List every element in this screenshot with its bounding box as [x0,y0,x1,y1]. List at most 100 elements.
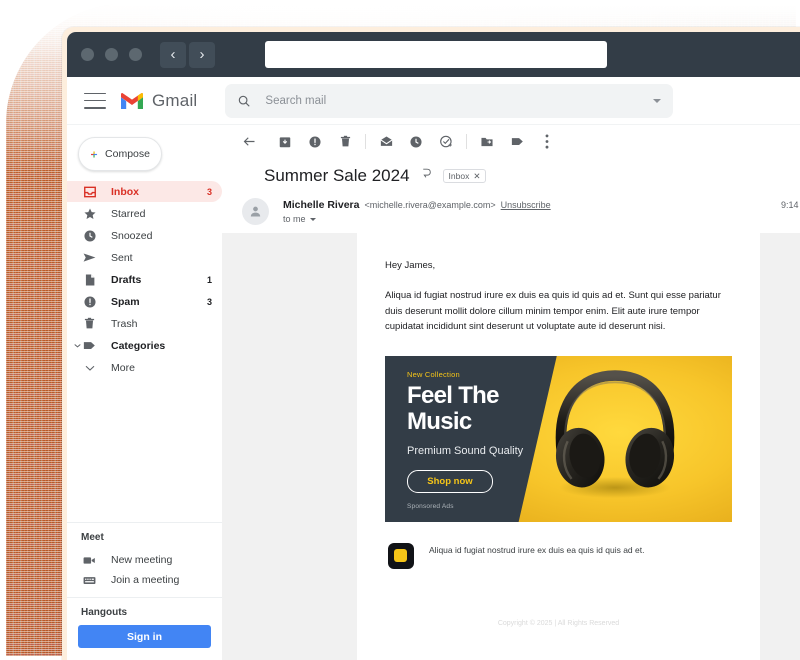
sidebar-item-categories[interactable]: Categories [67,335,222,356]
expand-caret-icon[interactable] [73,342,81,349]
plus-icon [90,147,98,162]
gmail-m-icon [119,91,145,111]
move-to-icon [480,135,494,149]
hangouts-title: Hangouts [67,607,222,618]
back-to-inbox-button[interactable] [234,127,264,157]
label-chip-inbox[interactable]: Inbox ✕ [443,169,487,183]
sidebar-item-label: Starred [111,208,212,220]
sidebar-item-count: 3 [207,297,212,307]
sidebar-item-spam[interactable]: Spam 3 [67,291,222,312]
snooze-button[interactable] [401,127,431,157]
sidebar-item-count: 3 [207,187,212,197]
banner-headline-line1: Feel The [407,383,567,409]
url-bar[interactable] [265,41,607,68]
banner-text-block: New Collection Feel The Music Premium So… [407,370,567,510]
email-content-pane: Summer Sale 2024 Inbox ✕ Michelle Rivera… [222,125,800,660]
sidebar-item-drafts[interactable]: Drafts 1 [67,269,222,290]
print-icon[interactable] [420,167,433,185]
sender-line: Michelle Rivera <michelle.rivera@example… [283,199,781,211]
sidebar-item-starred[interactable]: Starred [67,203,222,224]
sidebar-nav-list: Inbox 3 Starred Snoozed [67,181,222,379]
sidebar-item-trash[interactable]: Trash [67,313,222,334]
hangouts-signin-button[interactable]: Sign in [78,625,211,648]
copyright-text: Copyright © 2025 | All Rights Reserved [357,620,760,627]
promotional-banner[interactable]: New Collection Feel The Music Premium So… [385,356,732,522]
labels-button[interactable] [502,127,532,157]
maximize-window-dot[interactable] [129,48,142,61]
unsubscribe-link[interactable]: Unsubscribe [501,200,551,210]
compose-button[interactable]: Compose [78,137,162,171]
shop-now-label: Shop now [427,476,472,487]
more-options-button[interactable] [532,127,562,157]
recipient-line[interactable]: to me [283,214,781,224]
archive-button[interactable] [270,127,300,157]
sidebar-item-snoozed[interactable]: Snoozed [67,225,222,246]
forward-button[interactable]: › [189,42,215,68]
email-footer-text: Aliqua id fugiat nostrud irure ex duis e… [429,543,644,557]
sender-email: <michelle.rivera@example.com> [364,200,495,210]
sidebar-item-label: Spam [111,296,207,308]
toolbar-divider [466,134,467,149]
hamburger-icon[interactable] [84,93,106,109]
brand-square-icon [388,543,414,569]
archive-icon [278,135,292,149]
signin-label: Sign in [127,631,162,643]
mark-unread-button[interactable] [371,127,401,157]
shop-now-button[interactable]: Shop now [407,470,493,493]
star-icon [81,207,98,221]
sidebar-item-label: Snoozed [111,230,212,242]
labels-icon [510,134,525,149]
more-options-icon [545,134,549,149]
hangouts-section: Hangouts Sign in [67,597,222,660]
banner-headline-line2: Music [407,409,567,435]
search-placeholder: Search mail [265,95,639,107]
exclamation-icon [81,295,98,309]
email-body: Hey James, Aliqua id fugiat nostrud irur… [357,233,760,569]
back-button[interactable]: ‹ [160,42,186,68]
sidebar-bottom: Meet New meeting Join a meeting [67,522,222,660]
sidebar-item-label: Trash [111,318,212,330]
traffic-lights [81,48,142,61]
trash-icon [81,317,98,330]
mark-unread-icon [379,134,394,149]
minimize-window-dot[interactable] [105,48,118,61]
chevron-down-icon [81,362,98,374]
join-meeting-row[interactable]: Join a meeting [67,570,222,590]
add-to-tasks-button[interactable] [431,127,461,157]
subject-row: Summer Sale 2024 Inbox ✕ [222,158,800,186]
email-timestamp: 9:14 AM [781,198,800,210]
sidebar-item-sent[interactable]: Sent [67,247,222,268]
toolbar-divider [365,134,366,149]
delete-icon [339,135,352,148]
compose-label: Compose [105,148,150,160]
chevron-down-icon[interactable] [653,99,661,103]
recipient-label: to me [283,214,306,224]
gmail-logo: Gmail [119,91,197,111]
sidebar-item-label: Drafts [111,274,207,286]
email-canvas: Hey James, Aliqua id fugiat nostrud irur… [222,233,800,660]
delete-button[interactable] [330,127,360,157]
page-title: Summer Sale 2024 [264,166,410,186]
chevron-down-icon[interactable] [310,218,316,221]
banner-eyebrow: New Collection [407,370,567,379]
sponsored-ads-label: Sponsored Ads [407,503,567,510]
clock-icon [81,229,98,243]
new-meeting-row[interactable]: New meeting [67,550,222,570]
banner-subheadline: Premium Sound Quality [407,444,567,458]
meet-title: Meet [67,532,222,543]
report-spam-button[interactable] [300,127,330,157]
sidebar-item-more[interactable]: More [67,357,222,378]
browser-chrome: ‹ › [67,32,800,77]
sidebar-item-label: Categories [111,340,212,352]
move-to-button[interactable] [472,127,502,157]
sidebar-item-inbox[interactable]: Inbox 3 [67,181,222,202]
sidebar-item-label: Inbox [111,186,207,198]
search-icon [237,94,251,108]
search-input[interactable]: Search mail [225,84,673,118]
snooze-icon [409,135,423,149]
new-meeting-label: New meeting [111,554,172,566]
browser-window-inner: ‹ › Gmail Search mail [67,32,800,660]
join-meeting-label: Join a meeting [111,574,179,586]
close-icon[interactable]: ✕ [473,172,480,181]
close-window-dot[interactable] [81,48,94,61]
